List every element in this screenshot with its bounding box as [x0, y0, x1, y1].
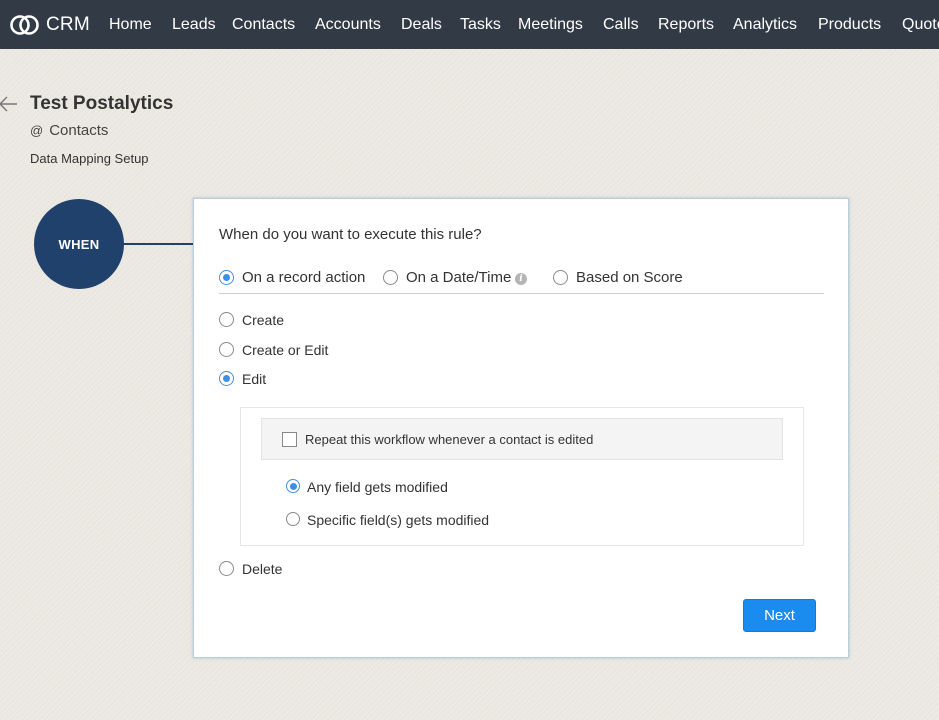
when-step-badge: WHEN [34, 199, 124, 289]
trigger-date-time-label[interactable]: On a Date/Time [406, 269, 511, 287]
any-field-modified-radio[interactable] [286, 479, 300, 493]
nav-item-calls[interactable]: Calls [603, 15, 639, 34]
rule-question: When do you want to execute this rule? [219, 226, 482, 243]
nav-item-quotes[interactable]: Quotes [902, 15, 939, 34]
info-icon[interactable]: i [515, 273, 527, 285]
action-create-radio[interactable] [219, 312, 234, 327]
action-delete-label[interactable]: Delete [242, 560, 282, 578]
trigger-score-label[interactable]: Based on Score [576, 269, 683, 287]
back-arrow-icon[interactable] [0, 95, 18, 113]
trigger-record-action-label[interactable]: On a record action [242, 269, 365, 287]
section-divider [219, 293, 824, 294]
specific-field-modified-label[interactable]: Specific field(s) gets modified [307, 511, 489, 529]
at-icon: @ [30, 123, 44, 138]
nav-item-products[interactable]: Products [818, 15, 881, 34]
action-edit-radio[interactable] [219, 371, 234, 386]
trigger-record-action-radio[interactable] [219, 270, 234, 285]
specific-field-modified-radio[interactable] [286, 512, 300, 526]
action-create-or-edit-label[interactable]: Create or Edit [242, 341, 328, 359]
crm-logo-icon [10, 14, 39, 35]
module-line: @ Contacts [30, 122, 108, 140]
trigger-score-radio[interactable] [553, 270, 568, 285]
page-subtitle: Data Mapping Setup [30, 151, 149, 166]
nav-item-analytics[interactable]: Analytics [733, 15, 797, 34]
rule-card: When do you want to execute this rule? O… [193, 198, 849, 658]
nav-item-meetings[interactable]: Meetings [518, 15, 583, 34]
action-delete-radio[interactable] [219, 561, 234, 576]
next-button[interactable]: Next [743, 599, 816, 632]
nav-item-leads[interactable]: Leads [172, 15, 216, 34]
repeat-workflow-checkbox[interactable] [282, 432, 297, 447]
edit-options-panel: Repeat this workflow whenever a contact … [240, 407, 804, 546]
trigger-date-time-radio[interactable] [383, 270, 398, 285]
brand-logo[interactable]: CRM [9, 12, 90, 37]
action-create-or-edit-radio[interactable] [219, 342, 234, 357]
brand-name: CRM [46, 13, 90, 35]
repeat-workflow-label[interactable]: Repeat this workflow whenever a contact … [305, 432, 593, 448]
module-name: Contacts [49, 122, 109, 139]
repeat-workflow-box: Repeat this workflow whenever a contact … [261, 418, 783, 460]
nav-item-tasks[interactable]: Tasks [460, 15, 501, 34]
action-create-label[interactable]: Create [242, 311, 284, 329]
when-step-label: WHEN [58, 236, 100, 252]
action-edit-label[interactable]: Edit [242, 370, 266, 388]
step-connector-line [123, 243, 194, 245]
top-navigation-bar: CRM Home Leads Contacts Accounts Deals T… [0, 0, 939, 49]
nav-item-contacts[interactable]: Contacts [232, 15, 295, 34]
any-field-modified-label[interactable]: Any field gets modified [307, 478, 448, 496]
page-title: Test Postalytics [30, 93, 174, 114]
nav-item-home[interactable]: Home [109, 15, 152, 34]
nav-item-accounts[interactable]: Accounts [315, 15, 381, 34]
nav-item-deals[interactable]: Deals [401, 15, 442, 34]
nav-item-reports[interactable]: Reports [658, 15, 714, 34]
